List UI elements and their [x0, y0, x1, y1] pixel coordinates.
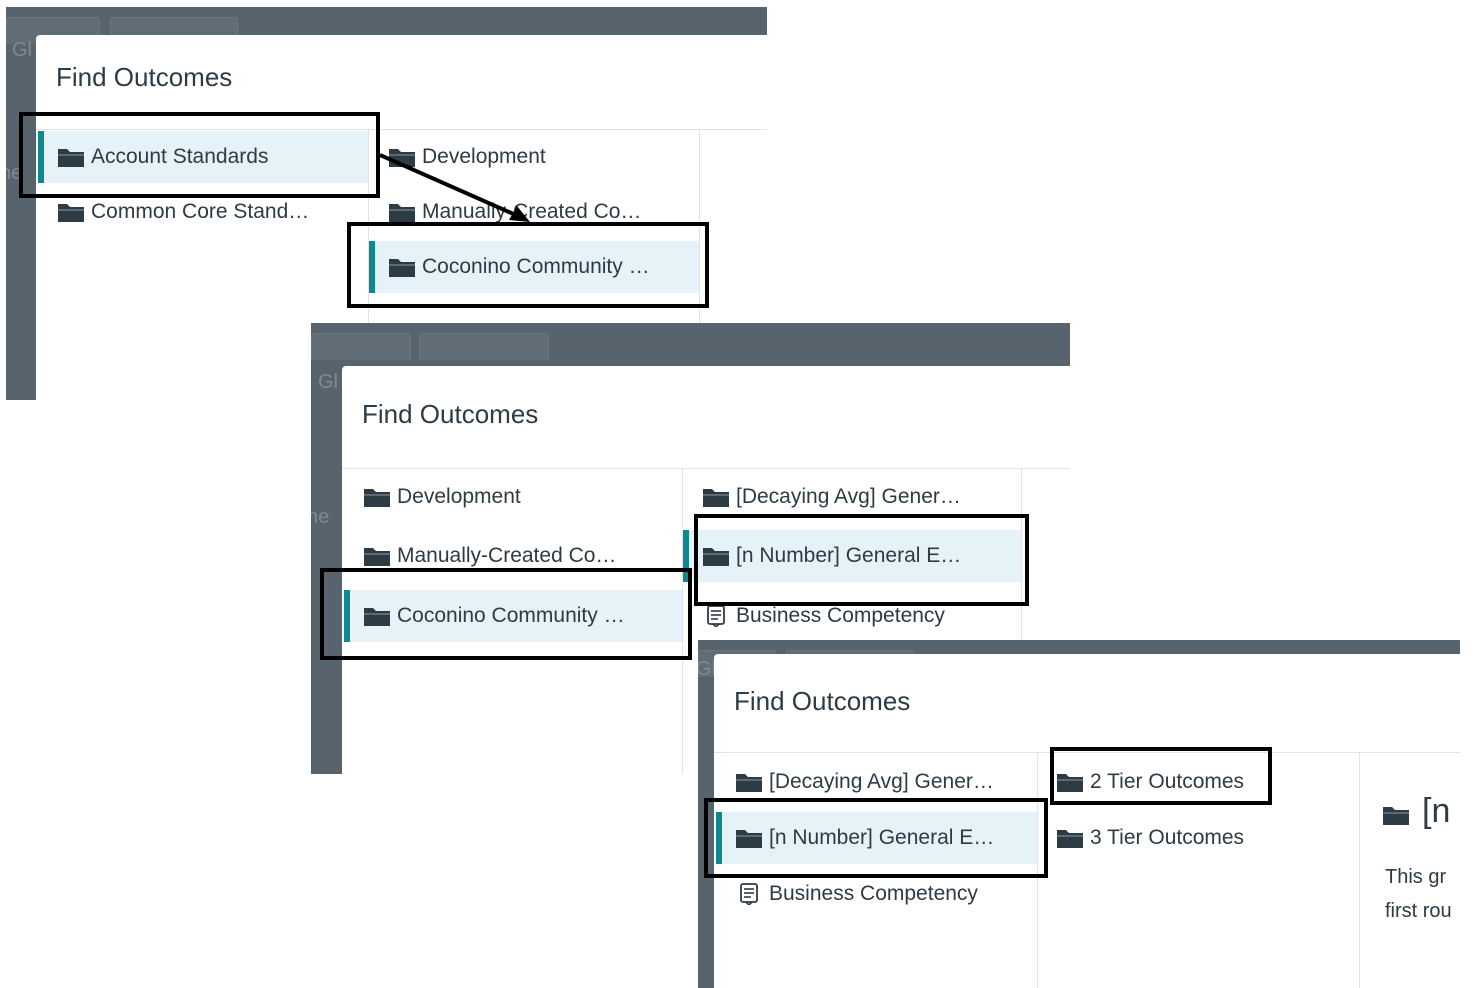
- annotation-arrow: [379, 153, 530, 222]
